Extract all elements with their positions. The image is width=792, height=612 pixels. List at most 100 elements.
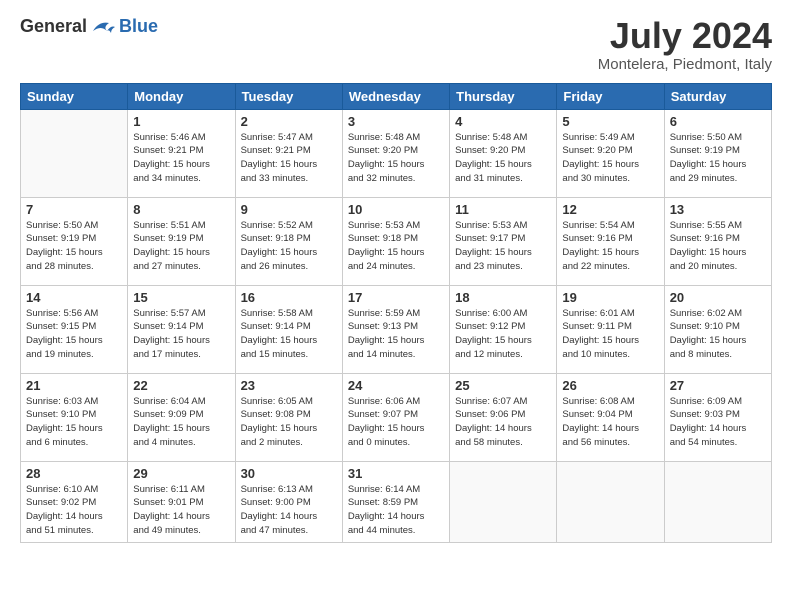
title-block: July 2024 Montelera, Piedmont, Italy <box>598 16 772 73</box>
day-number: 22 <box>133 378 229 393</box>
day-number: 18 <box>455 290 551 305</box>
calendar-cell <box>450 461 557 542</box>
day-number: 4 <box>455 114 551 129</box>
day-info: Sunrise: 6:00 AM Sunset: 9:12 PM Dayligh… <box>455 307 551 362</box>
day-info: Sunrise: 5:57 AM Sunset: 9:14 PM Dayligh… <box>133 307 229 362</box>
day-info: Sunrise: 5:51 AM Sunset: 9:19 PM Dayligh… <box>133 219 229 274</box>
calendar-cell: 17Sunrise: 5:59 AM Sunset: 9:13 PM Dayli… <box>342 285 449 373</box>
logo-bird-icon <box>89 17 117 37</box>
day-number: 31 <box>348 466 444 481</box>
day-info: Sunrise: 5:53 AM Sunset: 9:18 PM Dayligh… <box>348 219 444 274</box>
logo-general-text: General <box>20 16 87 37</box>
day-info: Sunrise: 5:59 AM Sunset: 9:13 PM Dayligh… <box>348 307 444 362</box>
day-info: Sunrise: 6:01 AM Sunset: 9:11 PM Dayligh… <box>562 307 658 362</box>
calendar-cell: 9 Sunrise: 5:52 AM Sunset: 9:18 PM Daylig… <box>235 197 342 285</box>
calendar-cell: 8 Sunrise: 5:51 AM Sunset: 9:19 PM Daylig… <box>128 197 235 285</box>
calendar-cell: 4 Sunrise: 5:48 AM Sunset: 9:20 PM Daylig… <box>450 109 557 197</box>
day-number: 12 <box>562 202 658 217</box>
day-number: 3 <box>348 114 444 129</box>
calendar-cell <box>664 461 771 542</box>
calendar-cell: 26 Sunrise: 6:08 AM Sunset: 9:04 PM Dayli… <box>557 373 664 461</box>
day-number: 29 <box>133 466 229 481</box>
calendar-week-row: 21 Sunrise: 6:03 AM Sunset: 9:10 PM Dayli… <box>21 373 772 461</box>
day-number: 16 <box>241 290 337 305</box>
calendar-cell: 31 Sunrise: 6:14 AM Sunset: 8:59 PM Dayli… <box>342 461 449 542</box>
calendar-cell: 2 Sunrise: 5:47 AM Sunset: 9:21 PM Daylig… <box>235 109 342 197</box>
calendar-cell: 14 Sunrise: 5:56 AM Sunset: 9:15 PM Dayli… <box>21 285 128 373</box>
day-number: 1 <box>133 114 229 129</box>
day-info: Sunrise: 5:48 AM Sunset: 9:20 PM Dayligh… <box>455 131 551 186</box>
day-info: Sunrise: 6:14 AM Sunset: 8:59 PM Dayligh… <box>348 483 444 538</box>
day-info: Sunrise: 5:52 AM Sunset: 9:18 PM Dayligh… <box>241 219 337 274</box>
calendar-cell: 25 Sunrise: 6:07 AM Sunset: 9:06 PM Dayli… <box>450 373 557 461</box>
day-info: Sunrise: 5:50 AM Sunset: 9:19 PM Dayligh… <box>26 219 122 274</box>
day-info: Sunrise: 5:54 AM Sunset: 9:16 PM Dayligh… <box>562 219 658 274</box>
header: General Blue July 2024 Montelera, Piedmo… <box>20 16 772 73</box>
calendar-cell: 28Sunrise: 6:10 AM Sunset: 9:02 PM Dayli… <box>21 461 128 542</box>
day-info: Sunrise: 6:13 AM Sunset: 9:00 PM Dayligh… <box>241 483 337 538</box>
day-info: Sunrise: 6:04 AM Sunset: 9:09 PM Dayligh… <box>133 395 229 450</box>
day-number: 2 <box>241 114 337 129</box>
calendar-cell: 21 Sunrise: 6:03 AM Sunset: 9:10 PM Dayli… <box>21 373 128 461</box>
weekday-header-wednesday: Wednesday <box>342 83 449 109</box>
day-number: 24 <box>348 378 444 393</box>
day-number: 7 <box>26 202 122 217</box>
day-info: Sunrise: 5:48 AM Sunset: 9:20 PM Dayligh… <box>348 131 444 186</box>
calendar-cell: 22 Sunrise: 6:04 AM Sunset: 9:09 PM Dayli… <box>128 373 235 461</box>
day-info: Sunrise: 6:07 AM Sunset: 9:06 PM Dayligh… <box>455 395 551 450</box>
calendar-cell: 7 Sunrise: 5:50 AM Sunset: 9:19 PM Daylig… <box>21 197 128 285</box>
calendar-cell <box>557 461 664 542</box>
day-info: Sunrise: 5:50 AM Sunset: 9:19 PM Dayligh… <box>670 131 766 186</box>
calendar-cell: 11 Sunrise: 5:53 AM Sunset: 9:17 PM Dayli… <box>450 197 557 285</box>
day-number: 6 <box>670 114 766 129</box>
calendar-cell: 13 Sunrise: 5:55 AM Sunset: 9:16 PM Dayli… <box>664 197 771 285</box>
calendar-cell: 18 Sunrise: 6:00 AM Sunset: 9:12 PM Dayli… <box>450 285 557 373</box>
weekday-header-monday: Monday <box>128 83 235 109</box>
calendar-cell: 1Sunrise: 5:46 AM Sunset: 9:21 PM Daylig… <box>128 109 235 197</box>
day-info: Sunrise: 5:47 AM Sunset: 9:21 PM Dayligh… <box>241 131 337 186</box>
calendar-cell: 27 Sunrise: 6:09 AM Sunset: 9:03 PM Dayli… <box>664 373 771 461</box>
location: Montelera, Piedmont, Italy <box>598 56 772 73</box>
weekday-header-tuesday: Tuesday <box>235 83 342 109</box>
calendar-week-row: 1Sunrise: 5:46 AM Sunset: 9:21 PM Daylig… <box>21 109 772 197</box>
logo-blue-text: Blue <box>119 16 158 37</box>
calendar-cell: 3 Sunrise: 5:48 AM Sunset: 9:20 PM Daylig… <box>342 109 449 197</box>
day-number: 21 <box>26 378 122 393</box>
calendar-cell: 23Sunrise: 6:05 AM Sunset: 9:08 PM Dayli… <box>235 373 342 461</box>
day-number: 9 <box>241 202 337 217</box>
day-info: Sunrise: 5:56 AM Sunset: 9:15 PM Dayligh… <box>26 307 122 362</box>
calendar-cell: 24 Sunrise: 6:06 AM Sunset: 9:07 PM Dayli… <box>342 373 449 461</box>
day-number: 27 <box>670 378 766 393</box>
day-number: 19 <box>562 290 658 305</box>
weekday-header-thursday: Thursday <box>450 83 557 109</box>
day-number: 25 <box>455 378 551 393</box>
day-number: 20 <box>670 290 766 305</box>
day-info: Sunrise: 5:55 AM Sunset: 9:16 PM Dayligh… <box>670 219 766 274</box>
page: General Blue July 2024 Montelera, Piedmo… <box>0 0 792 612</box>
calendar-cell: 12 Sunrise: 5:54 AM Sunset: 9:16 PM Dayli… <box>557 197 664 285</box>
calendar-cell: 6 Sunrise: 5:50 AM Sunset: 9:19 PM Daylig… <box>664 109 771 197</box>
calendar-cell: 15Sunrise: 5:57 AM Sunset: 9:14 PM Dayli… <box>128 285 235 373</box>
day-number: 13 <box>670 202 766 217</box>
day-info: Sunrise: 5:53 AM Sunset: 9:17 PM Dayligh… <box>455 219 551 274</box>
calendar-cell: 16Sunrise: 5:58 AM Sunset: 9:14 PM Dayli… <box>235 285 342 373</box>
weekday-header-row: SundayMondayTuesdayWednesdayThursdayFrid… <box>21 83 772 109</box>
day-info: Sunrise: 6:06 AM Sunset: 9:07 PM Dayligh… <box>348 395 444 450</box>
calendar-cell <box>21 109 128 197</box>
day-number: 28 <box>26 466 122 481</box>
day-info: Sunrise: 6:08 AM Sunset: 9:04 PM Dayligh… <box>562 395 658 450</box>
day-number: 8 <box>133 202 229 217</box>
calendar-cell: 20Sunrise: 6:02 AM Sunset: 9:10 PM Dayli… <box>664 285 771 373</box>
weekday-header-sunday: Sunday <box>21 83 128 109</box>
day-number: 14 <box>26 290 122 305</box>
day-number: 11 <box>455 202 551 217</box>
weekday-header-saturday: Saturday <box>664 83 771 109</box>
day-number: 30 <box>241 466 337 481</box>
calendar-cell: 19 Sunrise: 6:01 AM Sunset: 9:11 PM Dayli… <box>557 285 664 373</box>
day-info: Sunrise: 6:03 AM Sunset: 9:10 PM Dayligh… <box>26 395 122 450</box>
month-title: July 2024 <box>598 16 772 56</box>
day-number: 23 <box>241 378 337 393</box>
day-number: 26 <box>562 378 658 393</box>
day-number: 10 <box>348 202 444 217</box>
day-info: Sunrise: 6:09 AM Sunset: 9:03 PM Dayligh… <box>670 395 766 450</box>
